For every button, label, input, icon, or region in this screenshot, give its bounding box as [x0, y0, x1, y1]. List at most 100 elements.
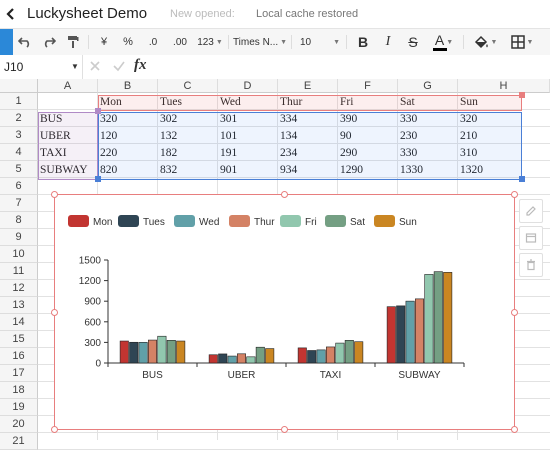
bar [424, 274, 434, 364]
chevron-down-icon: ▼ [215, 38, 223, 46]
row-header[interactable]: 5 [0, 161, 38, 178]
font-family-dropdown[interactable]: Times N... ▼ [231, 29, 289, 55]
bold-button[interactable]: B [353, 29, 373, 55]
increase-decimal-button[interactable]: .00 [168, 29, 192, 55]
bar [396, 305, 406, 364]
text-color-button[interactable]: A ▼ [428, 29, 460, 55]
chart-window-button[interactable] [519, 226, 543, 250]
row-header[interactable]: 18 [0, 382, 38, 399]
font-family-label: Times N... [232, 36, 279, 48]
row-header[interactable]: 21 [0, 433, 38, 450]
formula-input[interactable] [158, 57, 548, 77]
column-header[interactable]: C [158, 79, 218, 93]
number-format-dropdown[interactable]: 123 ▼ [195, 29, 225, 55]
legend-label: Fri [305, 217, 317, 228]
cell-reference-box[interactable]: J10 ▼ [0, 55, 83, 79]
chevron-down-icon: ▼ [333, 38, 340, 46]
chart-resize-handle[interactable] [511, 426, 518, 433]
strikethrough-button[interactable]: S [403, 29, 423, 55]
chart-resize-handle[interactable] [51, 426, 58, 433]
chart-resize-handle[interactable] [281, 191, 288, 198]
borders-icon [510, 35, 525, 49]
number-format-label: 123 [197, 36, 214, 48]
legend-swatch [118, 215, 139, 227]
row-header[interactable]: 2 [0, 110, 38, 127]
bar [157, 335, 167, 364]
window-icon [525, 233, 537, 243]
row-header[interactable]: 15 [0, 331, 38, 348]
selection-handle[interactable] [95, 108, 101, 114]
chevron-down-icon: ▼ [526, 38, 534, 46]
row-header[interactable]: 6 [0, 178, 38, 195]
redo-icon[interactable] [38, 29, 60, 55]
chevron-down-icon: ▼ [71, 62, 79, 71]
percent-format-button[interactable]: % [118, 29, 138, 55]
legend-swatch [374, 215, 395, 227]
currency-format-button[interactable]: ¥ [94, 29, 114, 55]
row-header[interactable]: 1 [0, 93, 38, 110]
row-header[interactable]: 17 [0, 365, 38, 382]
formula-bar: J10 ▼ fx [0, 55, 550, 80]
legend-swatch [229, 215, 250, 227]
row-header[interactable]: 10 [0, 246, 38, 263]
cancel-icon[interactable] [88, 59, 102, 78]
bar [166, 340, 176, 364]
legend-label: Wed [199, 217, 219, 228]
bar [138, 342, 148, 364]
edit-chart-button[interactable] [519, 199, 543, 223]
delete-chart-button[interactable] [519, 253, 543, 277]
row-header[interactable]: 13 [0, 297, 38, 314]
row-header[interactable]: 16 [0, 348, 38, 365]
chart-container[interactable]: Mon Tues Wed Thur Fri Sat Sun 0 300 600 900 1200 15… [54, 194, 515, 430]
legend-label: Sat [350, 217, 365, 228]
app-title: Luckysheet Demo [27, 5, 148, 22]
format-painter-icon[interactable] [62, 29, 84, 55]
selection-handle[interactable] [519, 92, 525, 98]
row-header[interactable]: 14 [0, 314, 38, 331]
row-header[interactable]: 3 [0, 127, 38, 144]
chart-resize-handle[interactable] [511, 191, 518, 198]
back-arrow-icon[interactable] [2, 4, 20, 24]
status-label: New opened: [170, 8, 235, 20]
fill-color-button[interactable]: ▼ [470, 29, 500, 55]
row-header[interactable]: 19 [0, 399, 38, 416]
series-name-selection [98, 95, 522, 111]
column-header[interactable]: D [218, 79, 278, 93]
borders-button[interactable]: ▼ [507, 29, 537, 55]
selection-handle[interactable] [95, 176, 101, 182]
column-header[interactable]: F [338, 79, 398, 93]
column-header[interactable]: E [278, 79, 338, 93]
chart-resize-handle[interactable] [51, 191, 58, 198]
row-header[interactable]: 8 [0, 212, 38, 229]
row-header[interactable]: 9 [0, 229, 38, 246]
column-header[interactable]: G [398, 79, 458, 93]
legend-label: Mon [93, 217, 112, 228]
font-size-dropdown[interactable]: 10 ▼ [296, 29, 344, 55]
column-header[interactable]: A [38, 79, 98, 93]
trash-icon [527, 259, 535, 271]
column-header[interactable]: H [458, 79, 550, 93]
confirm-icon[interactable] [112, 59, 126, 78]
chart-resize-handle[interactable] [51, 309, 58, 316]
chart-resize-handle[interactable] [281, 426, 288, 433]
bar [265, 348, 275, 364]
bar [335, 342, 345, 364]
legend-swatch [68, 215, 89, 227]
chart-resize-handle[interactable] [511, 309, 518, 316]
row-header[interactable]: 4 [0, 144, 38, 161]
row-header[interactable]: 11 [0, 263, 38, 280]
selection-handle[interactable] [519, 176, 525, 182]
column-header[interactable]: B [98, 79, 158, 93]
undo-icon[interactable] [14, 29, 36, 55]
status-value: Local cache restored [256, 8, 359, 20]
row-header[interactable]: 12 [0, 280, 38, 297]
bar [344, 340, 354, 364]
bar [405, 300, 415, 364]
row-header[interactable]: 20 [0, 416, 38, 433]
legend-label: Thur [254, 217, 275, 228]
decrease-decimal-button[interactable]: .0 [142, 29, 164, 55]
italic-button[interactable]: I [378, 29, 398, 55]
increase-decimal-label: .00 [173, 36, 187, 48]
select-all-corner[interactable] [0, 79, 38, 93]
row-header[interactable]: 7 [0, 195, 38, 212]
